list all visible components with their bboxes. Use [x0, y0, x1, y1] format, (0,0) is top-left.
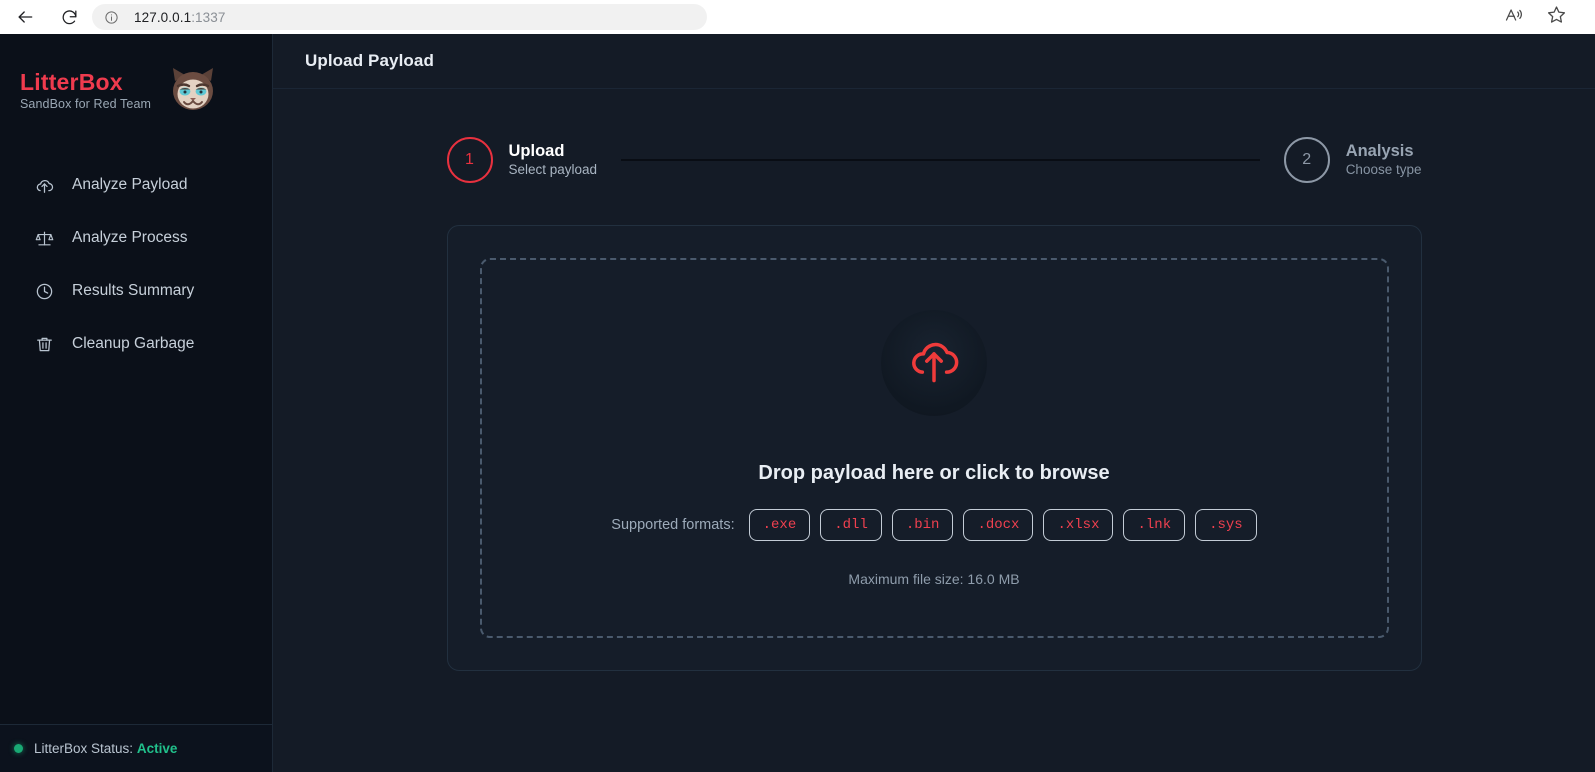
sidebar-item-cleanup-garbage[interactable]: Cleanup Garbage [0, 323, 272, 365]
browser-toolbar: 127.0.0.1:1337 [0, 0, 1595, 34]
upload-cloud-icon [34, 175, 54, 195]
upload-icon-circle [881, 309, 987, 416]
sidebar-item-label: Results Summary [72, 282, 195, 300]
step-number: 2 [1283, 137, 1330, 183]
trash-icon [34, 334, 54, 354]
browser-toolbar-actions [1504, 4, 1585, 30]
stepper: 1 Upload Select payload 2 Analysis Choos… [446, 137, 1422, 183]
sidebar-item-label: Analyze Payload [72, 176, 188, 194]
url-text: 127.0.0.1:1337 [134, 10, 226, 25]
step-analysis[interactable]: 2 Analysis Choose type [1283, 137, 1422, 183]
status-text: LitterBox Status: Active [34, 741, 177, 756]
sidebar-item-label: Cleanup Garbage [72, 335, 195, 353]
format-badge: .dll [820, 508, 882, 541]
sidebar-item-analyze-payload[interactable]: Analyze Payload [0, 164, 272, 206]
grumpy-cat-logo [165, 62, 221, 118]
page-title: Upload Payload [305, 51, 434, 70]
step-desc: Select payload [508, 162, 598, 178]
brand[interactable]: LitterBox SandBox for Red Team [0, 34, 272, 118]
supported-formats: Supported formats: .exe .dll .bin .docx … [611, 508, 1257, 541]
upload-cloud-icon [906, 332, 962, 393]
brand-text: LitterBox SandBox for Red Team [20, 69, 151, 111]
format-badge: .docx [963, 508, 1034, 541]
sidebar-item-analyze-process[interactable]: Analyze Process [0, 217, 272, 259]
step-name: Analysis [1345, 142, 1414, 160]
status-bar: LitterBox Status: Active [0, 724, 272, 772]
step-name: Upload [508, 142, 565, 160]
dropzone-title: Drop payload here or click to browse [758, 461, 1110, 484]
url-host: 127.0.0.1 [134, 9, 192, 25]
max-file-size: Maximum file size: 16.0 MB [848, 570, 1020, 587]
status-label: LitterBox Status: [34, 741, 134, 756]
format-badge: .lnk [1123, 508, 1186, 541]
format-badge: .sys [1195, 508, 1257, 541]
status-badge: Active [136, 741, 178, 756]
sidebar-nav: Analyze Payload Analyze Process Results … [0, 164, 272, 376]
step-desc: Choose type [1345, 162, 1422, 178]
stepper-connector [621, 159, 1260, 161]
back-arrow-icon[interactable] [10, 2, 40, 32]
format-badge: .bin [891, 508, 954, 541]
formats-label: Supported formats: [611, 516, 735, 533]
reload-icon[interactable] [54, 2, 84, 32]
step-upload[interactable]: 1 Upload Select payload [446, 137, 598, 183]
brand-subtitle: SandBox for Red Team [20, 97, 152, 112]
main-content: Upload Payload 1 Upload Select payload 2… [273, 34, 1595, 772]
format-badge: .xlsx [1043, 508, 1114, 541]
clock-icon [34, 281, 54, 301]
brand-title: LitterBox [20, 68, 123, 95]
step-number: 1 [446, 137, 493, 183]
page-header: Upload Payload [273, 34, 1595, 89]
app-root: LitterBox SandBox for Red Team Analyze P… [0, 34, 1595, 772]
sidebar: LitterBox SandBox for Red Team Analyze P… [0, 34, 273, 772]
favorite-star-icon[interactable] [1546, 4, 1567, 30]
format-badge: .exe [748, 508, 811, 541]
address-bar[interactable]: 127.0.0.1:1337 [92, 4, 707, 30]
scales-icon [34, 228, 54, 248]
sidebar-item-results-summary[interactable]: Results Summary [0, 270, 272, 312]
url-port: :1337 [191, 9, 226, 25]
read-aloud-icon[interactable] [1504, 5, 1524, 30]
site-info-icon[interactable] [102, 8, 120, 26]
content-body: 1 Upload Select payload 2 Analysis Choos… [273, 89, 1595, 772]
status-indicator-dot [14, 744, 23, 753]
sidebar-item-label: Analyze Process [72, 229, 188, 247]
step-text: Upload Select payload [509, 142, 598, 178]
upload-card: Drop payload here or click to browse Sup… [446, 225, 1422, 671]
payload-dropzone[interactable]: Drop payload here or click to browse Sup… [479, 258, 1389, 638]
step-text: Analysis Choose type [1346, 142, 1422, 178]
